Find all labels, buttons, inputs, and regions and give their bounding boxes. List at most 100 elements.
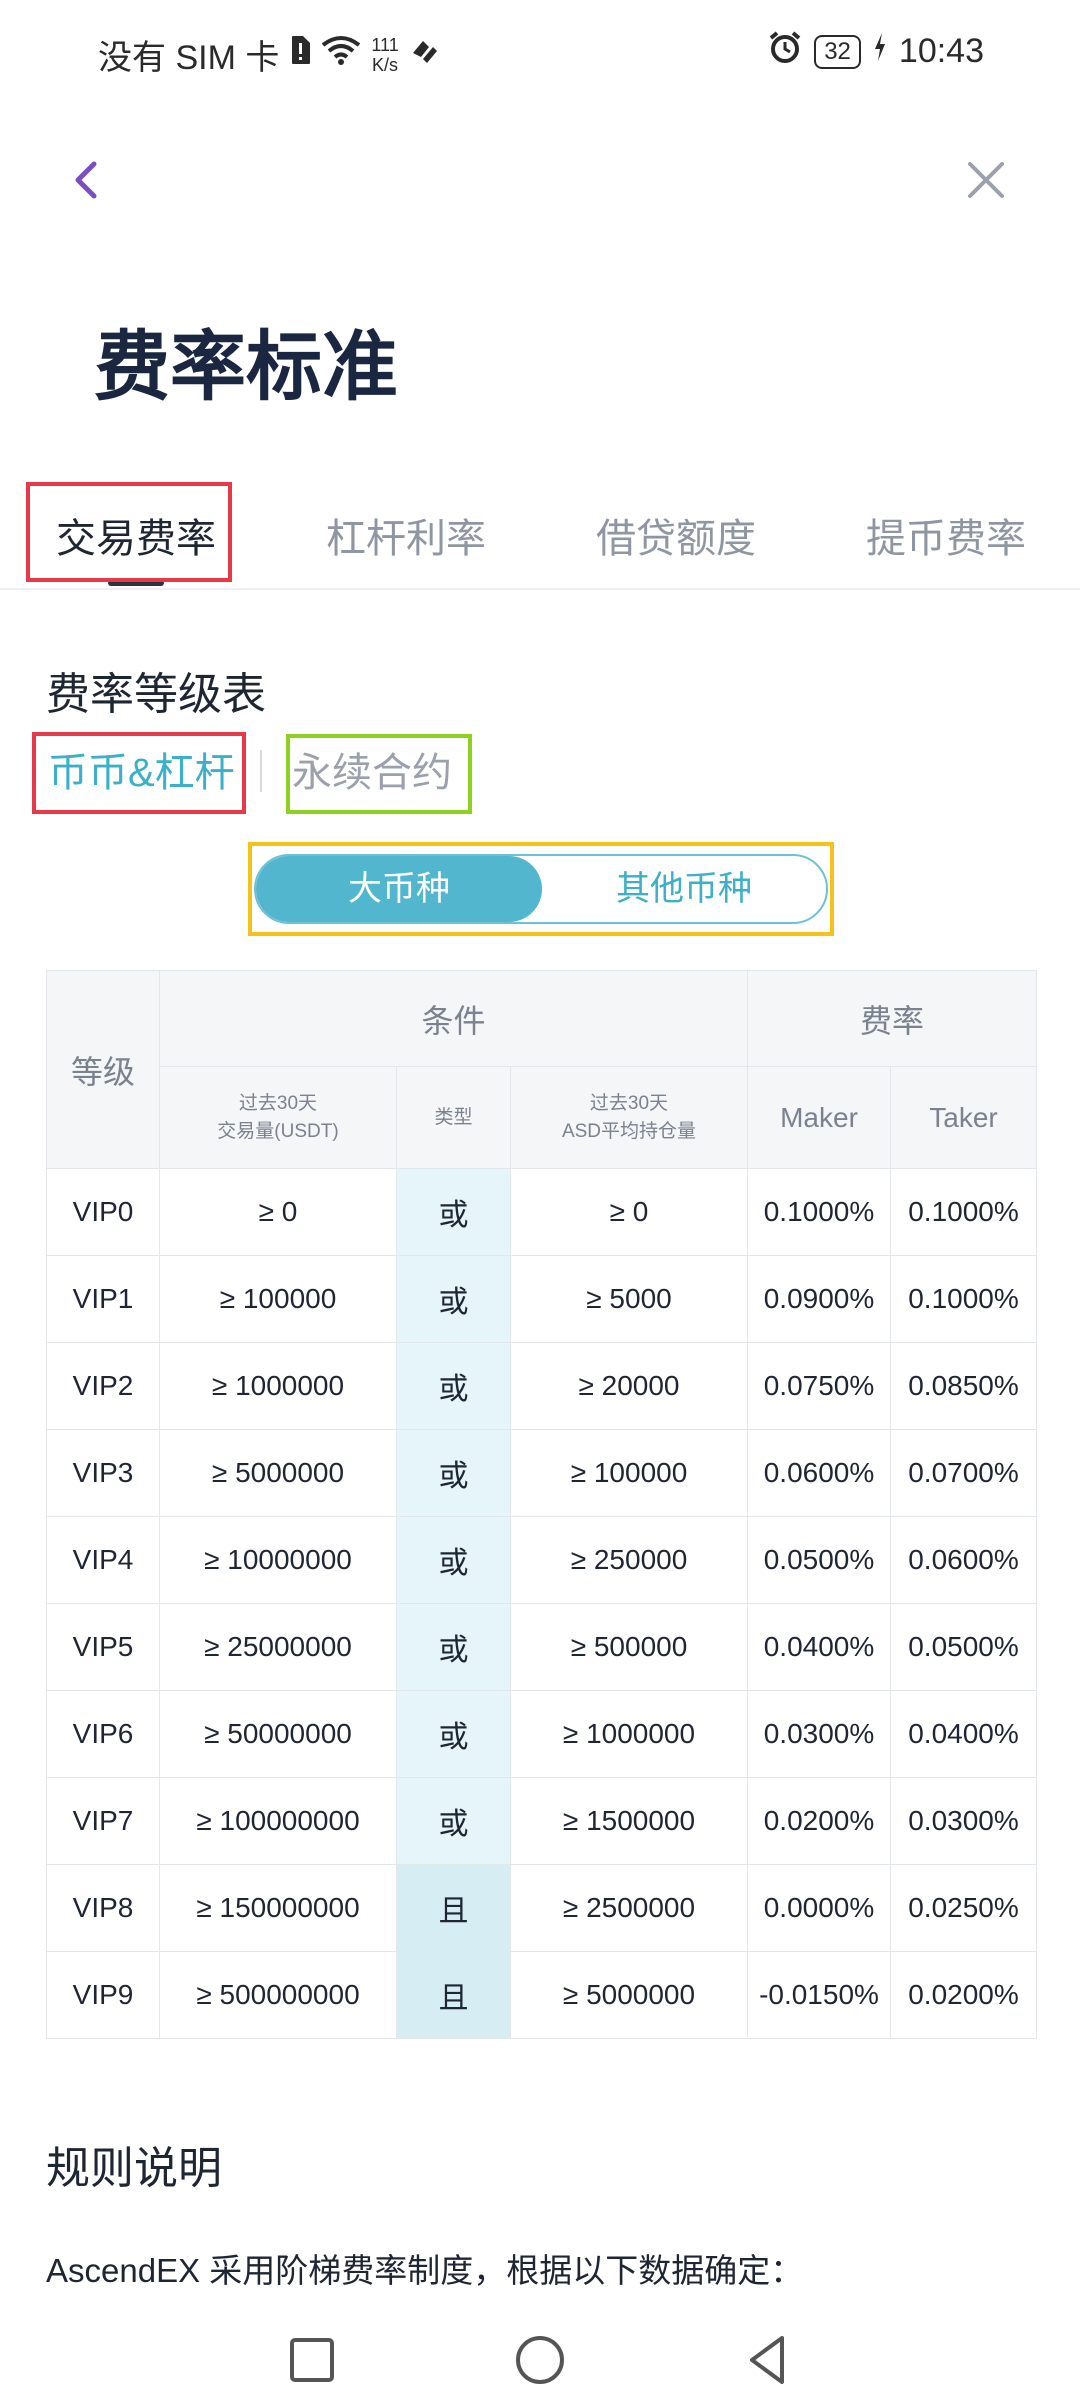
table-row: VIP1 ≥ 100000 或 ≥ 5000 0.0900% 0.1000% — [46, 1255, 1038, 1343]
cell-maker: 0.0500% — [747, 1516, 891, 1604]
cell-taker: 0.0200% — [889, 1951, 1038, 2039]
cell-level: VIP0 — [46, 1168, 160, 1256]
status-bar: 没有 SIM 卡 111 K/s 32 10:43 — [0, 0, 1080, 110]
cell-type: 或 — [396, 1168, 511, 1256]
carrier-text: 没有 SIM 卡 — [98, 39, 280, 77]
cell-level: VIP5 — [46, 1603, 160, 1691]
table-row: VIP0 ≥ 0 或 ≥ 0 0.1000% 0.1000% — [46, 1168, 1038, 1256]
cell-volume: ≥ 500000000 — [159, 1951, 397, 2039]
rules-text: AscendEX 采用阶梯费率制度，根据以下数据确定： — [46, 2252, 804, 2289]
table-row: VIP3 ≥ 5000000 或 ≥ 100000 0.0600% 0.0700… — [46, 1429, 1038, 1517]
highlight-box-perpetual — [286, 734, 472, 814]
cell-taker: 0.0500% — [889, 1603, 1038, 1691]
header-holding-line2: ASD平均持仓量 — [561, 1120, 697, 1142]
cell-volume: ≥ 0 — [159, 1168, 397, 1256]
table-row: VIP9 ≥ 500000000 且 ≥ 5000000 -0.0150% 0.… — [46, 1951, 1038, 2039]
cell-maker: 0.0400% — [747, 1603, 891, 1691]
cell-taker: 0.0700% — [889, 1429, 1038, 1517]
cell-level: VIP3 — [46, 1429, 160, 1517]
cell-level: VIP2 — [46, 1342, 160, 1430]
wifi-icon — [321, 35, 361, 74]
header-volume-line2: 交易量(USDT) — [217, 1120, 339, 1142]
cell-holding: ≥ 1500000 — [510, 1777, 748, 1865]
tab-withdraw-fee[interactable]: 提币费率 — [866, 506, 1026, 564]
nfc-icon — [409, 35, 441, 74]
cell-volume: ≥ 150000000 — [159, 1864, 397, 1952]
clock-time: 10:43 — [898, 32, 984, 70]
chevron-left-icon[interactable] — [64, 150, 108, 210]
tab-loan-limit[interactable]: 借贷额度 — [596, 506, 756, 564]
cell-level: VIP6 — [46, 1690, 160, 1778]
cell-maker: 0.0200% — [747, 1777, 891, 1865]
table-row: VIP7 ≥ 100000000 或 ≥ 1500000 0.0200% 0.0… — [46, 1777, 1038, 1865]
cell-level: VIP8 — [46, 1864, 160, 1952]
cell-type: 或 — [396, 1516, 511, 1604]
cell-level: VIP9 — [46, 1951, 160, 2039]
header-taker: Taker — [889, 1066, 1038, 1169]
close-icon[interactable] — [962, 156, 1010, 204]
table-row: VIP6 ≥ 50000000 或 ≥ 1000000 0.0300% 0.04… — [46, 1690, 1038, 1778]
cell-maker: 0.0300% — [747, 1690, 891, 1778]
cell-type: 或 — [396, 1255, 511, 1343]
highlight-box-tab — [26, 482, 232, 582]
header-fee-rate: 费率 — [746, 970, 1038, 1067]
cell-volume: ≥ 25000000 — [159, 1603, 397, 1691]
header-holding: 过去30天 ASD平均持仓量 — [510, 1066, 748, 1169]
cell-taker: 0.0850% — [889, 1342, 1038, 1430]
cell-type: 且 — [396, 1864, 511, 1952]
cell-volume: ≥ 100000000 — [159, 1777, 397, 1865]
cell-holding: ≥ 500000 — [510, 1603, 748, 1691]
cell-volume: ≥ 50000000 — [159, 1690, 397, 1778]
table-row: VIP2 ≥ 1000000 或 ≥ 20000 0.0750% 0.0850% — [46, 1342, 1038, 1430]
cell-volume: ≥ 100000 — [159, 1255, 397, 1343]
cell-volume: ≥ 5000000 — [159, 1429, 397, 1517]
speed-value: 111 — [371, 34, 399, 55]
circle-icon[interactable] — [510, 2330, 570, 2390]
cell-maker: 0.0900% — [747, 1255, 891, 1343]
cell-maker: -0.0150% — [747, 1951, 891, 2039]
status-right: 32 10:43 — [768, 30, 984, 73]
system-nav-bar — [0, 2330, 1080, 2400]
cell-type: 或 — [396, 1690, 511, 1778]
charging-icon — [873, 32, 887, 71]
cell-holding: ≥ 5000 — [510, 1255, 748, 1343]
cell-type: 或 — [396, 1777, 511, 1865]
highlight-box-subtab — [32, 732, 246, 814]
cell-maker: 0.0600% — [747, 1429, 891, 1517]
cell-holding: ≥ 100000 — [510, 1429, 748, 1517]
cell-holding: ≥ 2500000 — [510, 1864, 748, 1952]
cell-taker: 0.0600% — [889, 1516, 1038, 1604]
cell-type: 或 — [396, 1342, 511, 1430]
cell-maker: 0.0750% — [747, 1342, 891, 1430]
cell-taker: 0.1000% — [889, 1168, 1038, 1256]
cell-volume: ≥ 1000000 — [159, 1342, 397, 1430]
header-volume-line1: 过去30天 — [238, 1092, 318, 1114]
square-icon[interactable] — [282, 2330, 342, 2390]
tab-margin-rate[interactable]: 杠杆利率 — [326, 506, 486, 564]
cell-maker: 0.1000% — [747, 1168, 891, 1256]
cell-level: VIP4 — [46, 1516, 160, 1604]
triangle-back-icon[interactable] — [738, 2330, 798, 2390]
cell-holding: ≥ 20000 — [510, 1342, 748, 1430]
header-level: 等级 — [46, 970, 160, 1169]
header-holding-line1: 过去30天 — [589, 1092, 669, 1114]
cell-holding: ≥ 0 — [510, 1168, 748, 1256]
cell-taker: 0.1000% — [889, 1255, 1038, 1343]
cell-holding: ≥ 250000 — [510, 1516, 748, 1604]
header-conditions: 条件 — [159, 970, 748, 1067]
cell-holding: ≥ 5000000 — [510, 1951, 748, 2039]
cell-type: 或 — [396, 1429, 511, 1517]
cell-level: VIP1 — [46, 1255, 160, 1343]
subtab-divider — [260, 750, 262, 792]
cell-type: 或 — [396, 1603, 511, 1691]
cell-taker: 0.0400% — [889, 1690, 1038, 1778]
fee-rate-table: 等级 条件 费率 过去30天 交易量(USDT) 类型 过去30天 ASD平均持… — [46, 970, 1038, 2039]
highlight-box-segment — [248, 842, 834, 936]
rules-title: 规则说明 — [46, 2144, 222, 2193]
cell-holding: ≥ 1000000 — [510, 1690, 748, 1778]
battery-indicator: 32 — [814, 34, 861, 69]
sim-alert-icon — [289, 35, 311, 74]
alarm-icon — [768, 30, 802, 73]
cell-maker: 0.0000% — [747, 1864, 891, 1952]
status-left: 没有 SIM 卡 111 K/s — [98, 30, 441, 79]
